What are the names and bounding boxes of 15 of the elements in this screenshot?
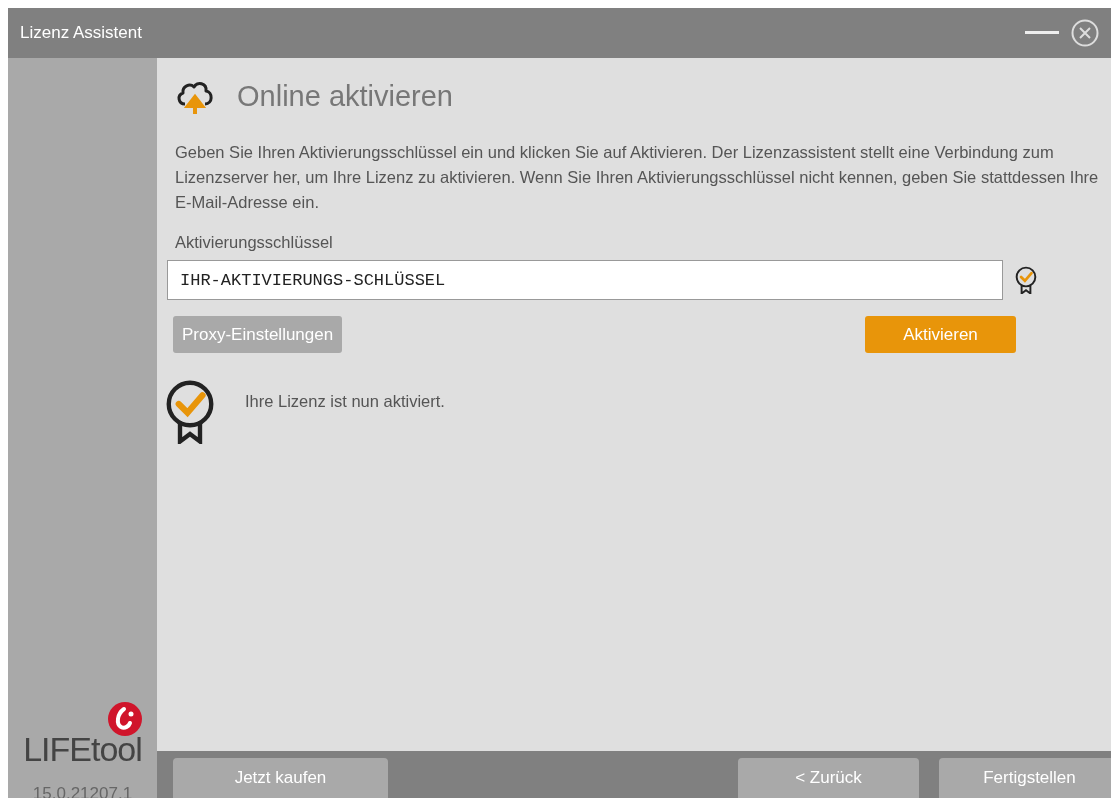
key-label: Aktivierungsschlüssel xyxy=(175,233,334,252)
page-heading: Online aktivieren xyxy=(237,79,453,113)
footer-button[interactable]: < Zurück xyxy=(738,758,919,798)
close-button[interactable] xyxy=(1071,19,1099,47)
proxy-settings-button[interactable]: Proxy-Einstellungen xyxy=(173,316,343,353)
footer-button[interactable]: Fertigstellen xyxy=(939,758,1111,798)
footer-button[interactable]: Jetzt kaufen xyxy=(173,758,388,798)
window-title: Lizenz Assistent xyxy=(20,23,143,43)
description-text: Geben Sie Ihren Aktivierungsschlüssel ein und klicken Sie auf Aktivieren. Der Lizenzassistent stellt eine Verbindung zum Lizenzserver her, um Ihre Lizenz zu aktivieren. Wenn Sie Ihren Aktivierungsschlüssel nicht kennen, geben Sie stattdessen Ihre E-Mail-Adresse ein. xyxy=(175,142,1100,213)
activate-button[interactable]: Aktivieren xyxy=(865,316,1016,353)
logo-icon xyxy=(107,702,142,736)
logo-text: LIFEtool xyxy=(23,732,142,766)
minimize-button[interactable] xyxy=(1025,31,1059,35)
activation-key-field[interactable]: IHR-AKTIVIERUNGS-SCHLÜSSEL xyxy=(167,260,1003,300)
status-text: Ihre Lizenz ist nun aktiviert. xyxy=(245,392,445,411)
